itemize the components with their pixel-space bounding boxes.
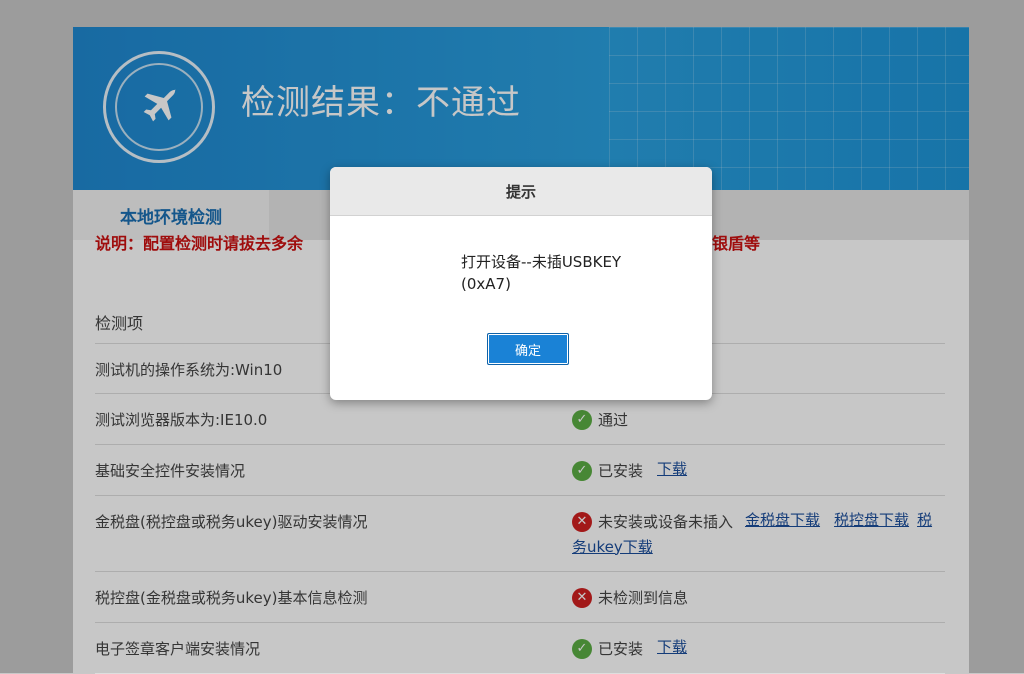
dialog-message: 打开设备--未插USBKEY (0xA7) — [461, 253, 622, 293]
dialog-title: 提示 — [330, 167, 712, 216]
alert-dialog: 提示 打开设备--未插USBKEY (0xA7) 确定 — [330, 167, 712, 400]
confirm-button[interactable]: 确定 — [487, 333, 569, 365]
